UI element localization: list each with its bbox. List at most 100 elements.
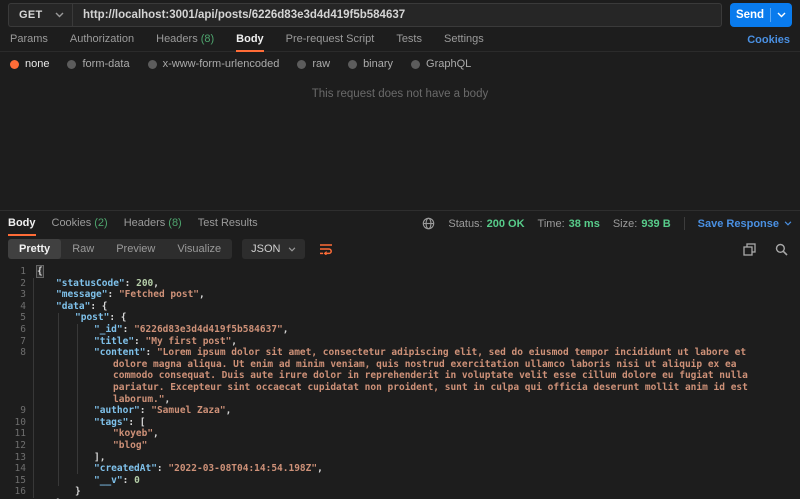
body-type-binary[interactable]: binary <box>348 58 393 70</box>
code-token: 0 <box>134 474 140 486</box>
code-token: "tags" <box>94 416 129 428</box>
body-type-form-data[interactable]: form-data <box>67 58 130 70</box>
code-token: : { <box>109 312 127 324</box>
code-token: : <box>122 474 135 486</box>
view-tab-visualize[interactable]: Visualize <box>166 239 232 259</box>
body-type-none[interactable]: none <box>10 58 49 70</box>
code-token: "blog" <box>113 439 148 451</box>
search-icon <box>775 243 788 256</box>
body-type-graphql[interactable]: GraphQL <box>411 58 471 70</box>
request-tab-authorization[interactable]: Authorization <box>70 33 134 51</box>
code-token: , <box>153 428 159 440</box>
line-number: 16 <box>14 486 26 498</box>
code-token: "message" <box>56 289 108 301</box>
response-tab-headers[interactable]: Headers (8) <box>124 217 182 235</box>
code-token: "6226d83e3d4d419f5b584637" <box>134 323 283 335</box>
globe-icon[interactable] <box>422 217 435 230</box>
chevron-down-icon[interactable] <box>777 12 786 18</box>
save-response-button[interactable]: Save Response <box>698 218 792 230</box>
code-token: { <box>36 265 44 278</box>
chevron-down-icon <box>784 221 792 226</box>
send-button-label: Send <box>735 9 765 21</box>
code-line: 4 "data": { <box>0 301 800 313</box>
method-select[interactable]: GET <box>8 3 72 27</box>
body-type-x-www-form-urlencoded[interactable]: x-www-form-urlencoded <box>147 58 279 70</box>
tab-label: Test Results <box>197 217 258 229</box>
radio-label: raw <box>312 58 331 70</box>
response-tabs-row: Body Cookies (2) Headers (8) Test Results Sta… <box>0 210 800 236</box>
send-button[interactable]: Send <box>730 3 792 27</box>
code-line: 13], <box>0 452 800 464</box>
request-tabs: Params Authorization Headers (8) Body Pre-req… <box>0 30 800 52</box>
code-token: ], <box>94 451 106 463</box>
format-select[interactable]: JSON <box>242 239 305 259</box>
code-token: "post" <box>75 312 110 324</box>
cookies-link[interactable]: Cookies <box>747 34 790 51</box>
line-number: 2 <box>20 277 26 289</box>
response-toolbar-right <box>738 239 792 259</box>
tab-label: Body <box>8 217 36 229</box>
response-meta: Status: 200 OK Time: 38 ms Size: 939 B S… <box>422 217 792 235</box>
copy-icon <box>742 242 756 256</box>
code-token: : <box>145 347 157 359</box>
postman-app: GET http://localhost:3001/api/posts/6226… <box>0 0 800 499</box>
code-token: "Samuel Zaza" <box>151 405 226 417</box>
code-token: , <box>317 463 323 475</box>
code-token: "2022-03-08T04:14:54.198Z" <box>168 463 318 475</box>
request-body-panel: This request does not have a body <box>0 76 800 210</box>
response-tab-body[interactable]: Body <box>8 217 36 236</box>
format-label: JSON <box>251 243 281 255</box>
tab-count-badge: (8) <box>168 217 182 229</box>
request-tab-settings[interactable]: Settings <box>444 33 484 51</box>
time-value: 38 ms <box>568 217 600 230</box>
request-tab-headers[interactable]: Headers (8) <box>156 33 214 51</box>
wrap-text-button[interactable] <box>315 239 337 259</box>
code-line: 16} <box>0 486 800 498</box>
line-number: 5 <box>20 312 26 324</box>
body-type-radios: none form-data x-www-form-urlencoded raw bin… <box>0 52 800 76</box>
save-response-label: Save Response <box>697 217 779 230</box>
tab-label: Authorization <box>69 33 135 45</box>
code-token: "createdAt" <box>94 463 157 475</box>
response-body-viewer[interactable]: 1{2 "statusCode": 200, 3 "message": "Fetche… <box>0 263 800 499</box>
line-number: 1 <box>20 266 26 277</box>
code-token: , <box>282 323 289 335</box>
tab-label: Settings <box>444 33 484 45</box>
line-number: 4 <box>20 300 26 312</box>
code-line: 2 "statusCode": 200, <box>0 278 800 290</box>
code-token: , <box>164 393 171 405</box>
view-tab-pretty[interactable]: Pretty <box>8 239 62 259</box>
chevron-down-icon <box>55 12 64 18</box>
radio-label: GraphQL <box>426 58 472 70</box>
code-line: 9 "author": "Samuel Zaza", <box>0 405 800 417</box>
copy-response-button[interactable] <box>738 239 760 259</box>
code-line: 3 "message": "Fetched post", <box>0 289 800 301</box>
url-input[interactable]: http://localhost:3001/api/posts/6226d83e… <box>72 3 722 27</box>
line-number: 8 <box>20 347 26 359</box>
request-tab-body[interactable]: Body <box>236 33 264 52</box>
tab-label: Headers <box>156 33 198 45</box>
tab-label: Body <box>236 33 264 45</box>
code-token: "title" <box>94 335 135 347</box>
code-token: : <box>124 277 137 289</box>
request-url-bar: GET http://localhost:3001/api/posts/6226… <box>0 0 800 30</box>
body-type-raw[interactable]: raw <box>297 58 330 70</box>
request-tab-params[interactable]: Params <box>10 33 48 51</box>
view-tab-preview[interactable]: Preview <box>105 239 166 259</box>
response-tab-cookies[interactable]: Cookies (2) <box>52 217 108 235</box>
line-number: 6 <box>20 323 26 335</box>
code-token: : [ <box>128 416 146 428</box>
view-tab-raw[interactable]: Raw <box>61 239 105 259</box>
code-token: , <box>225 405 232 417</box>
tab-label: Cookies <box>51 217 92 229</box>
search-response-button[interactable] <box>770 239 792 259</box>
code-line: 6 "_id": "6226d83e3d4d419f5b584637", <box>0 324 800 336</box>
request-tab-pre-request-script[interactable]: Pre-request Script <box>286 33 375 51</box>
response-tab-test-results[interactable]: Test Results <box>198 217 258 235</box>
request-tab-tests[interactable]: Tests <box>396 33 422 51</box>
line-number: 3 <box>20 289 26 301</box>
code-line: 14 "createdAt": "2022-03-08T04:14:54.198Z… <box>0 463 800 475</box>
wrap-text-icon <box>319 244 332 255</box>
tab-label: Params <box>10 33 48 45</box>
line-number: 13 <box>14 451 26 463</box>
